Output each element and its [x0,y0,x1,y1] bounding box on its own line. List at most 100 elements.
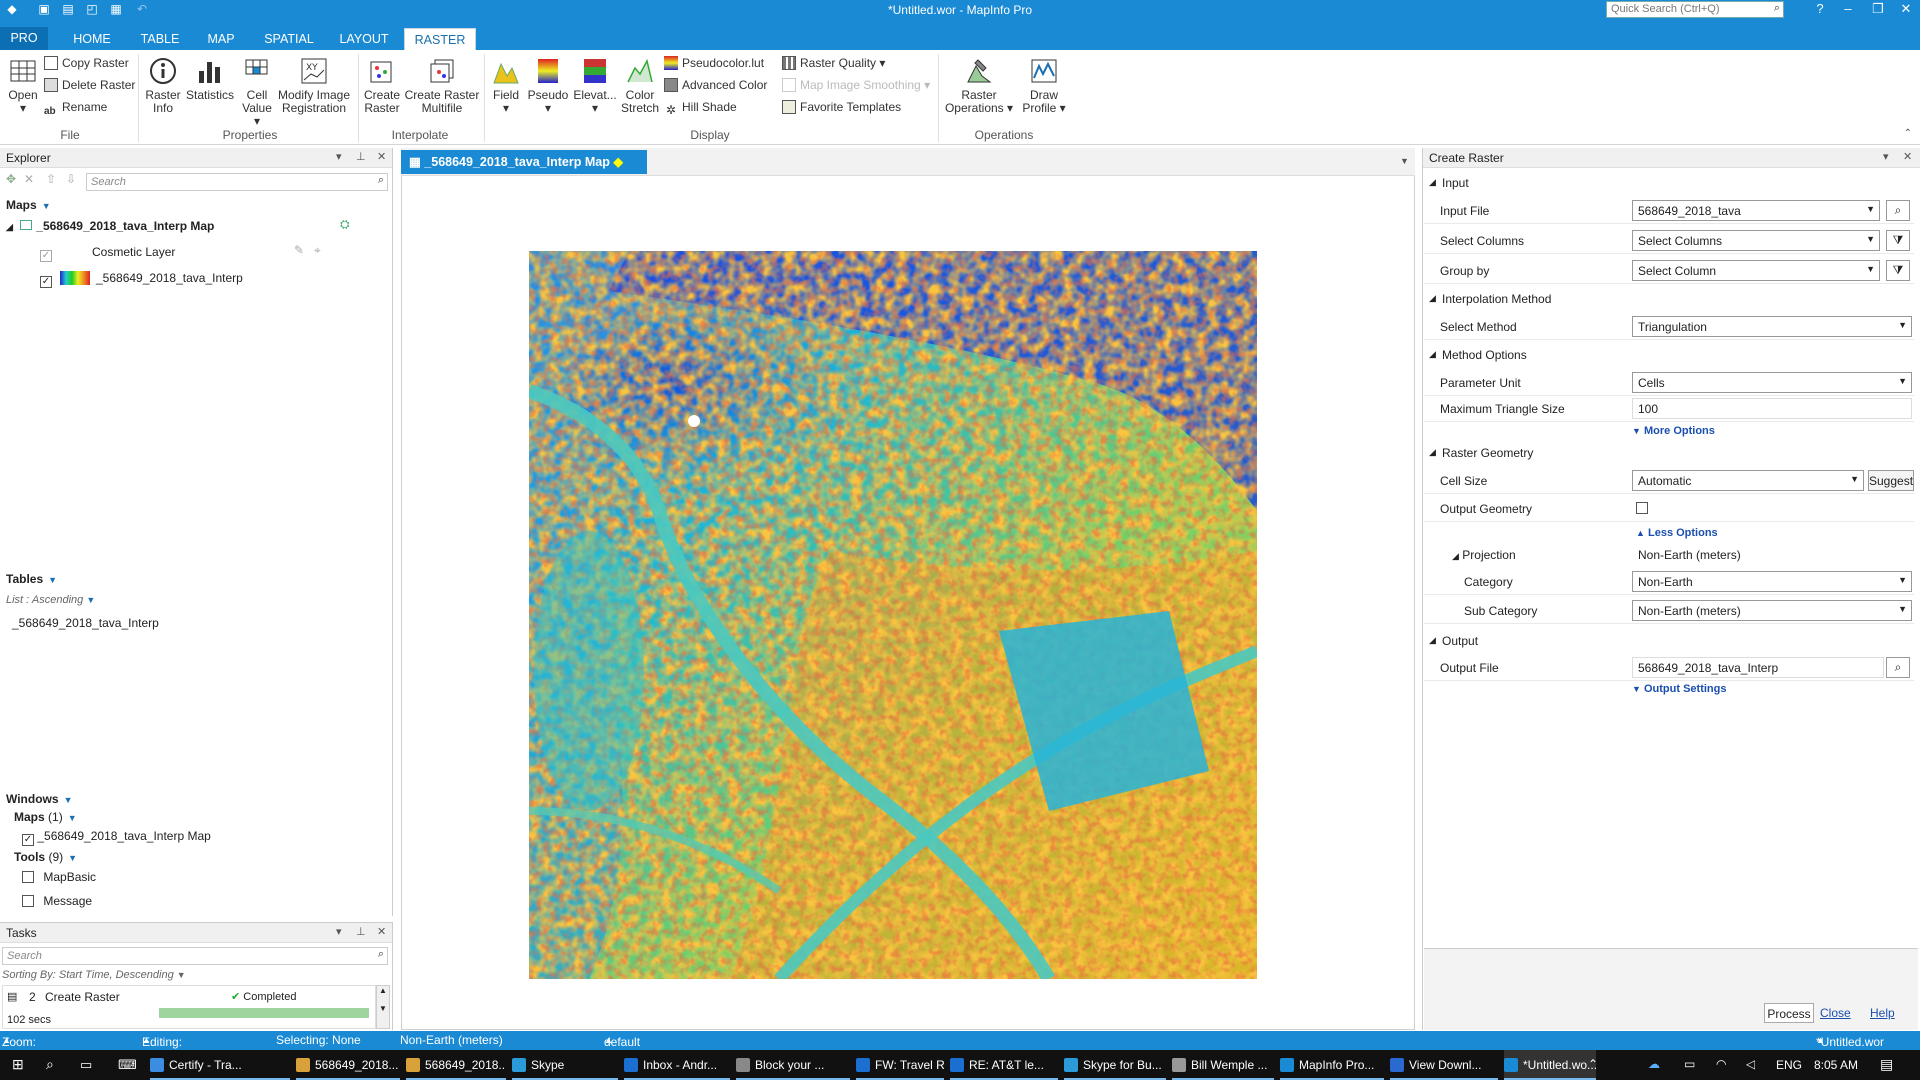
color-stretch-button[interactable]: Color Stretch [620,56,660,115]
close-window-button[interactable]: ✕ [1894,1,1918,19]
select-icon[interactable]: ⌖ [314,243,321,258]
language-indicator[interactable]: ENG [1776,1050,1802,1080]
layer-cosmetic[interactable]: ✓ Cosmetic Layer [40,245,175,262]
taskbar-item-view-downloads[interactable]: View Downl... [1390,1050,1498,1080]
tab-map[interactable]: MAP [198,28,244,50]
cell-value-button[interactable]: Cell Value ▾ [238,56,276,128]
panel-menu-icon[interactable]: ▾ [336,150,342,163]
tools-header[interactable]: Tools (9) ▼ [14,850,77,864]
keyboard-icon[interactable]: ⌨ [118,1050,137,1080]
tool-checkbox[interactable] [22,871,34,883]
rename-button[interactable]: ab Rename [44,98,107,117]
tasks-sort[interactable]: Sorting By: Start Time, Descending ▼ [2,969,186,981]
pin-icon[interactable]: ⊥ [356,925,366,938]
tab-raster[interactable]: RASTER [404,28,476,50]
create-raster-multifile-button[interactable]: Create Raster Multifile [404,56,480,115]
explorer-search-input[interactable]: Search ⌕ [86,173,388,191]
copy-raster-button[interactable]: Copy Raster [44,54,129,72]
elevation-button[interactable]: Elevat... ▾ [572,56,618,115]
advanced-color-button[interactable]: Advanced Color [664,76,767,94]
minimize-button[interactable]: – [1836,1,1860,19]
input-group-header[interactable]: ◢ Input [1424,176,1914,196]
tasks-scrollbar[interactable]: ▲ ▼ [376,985,390,1029]
remove-icon[interactable]: ✕ [24,172,34,186]
modify-registration-button[interactable]: XY Modify Image Registration [276,56,352,115]
taskbar-item-skype-for-business[interactable]: Skype for Bu... [1064,1050,1166,1080]
taskbar-item-file-explorer-1[interactable]: 568649_2018... [296,1050,400,1080]
window-map-item[interactable]: ✓ _568649_2018_tava_Interp Map [22,829,211,846]
group-by-select[interactable]: Select Column ▼ [1632,260,1880,281]
onedrive-icon[interactable]: ☁ [1648,1050,1660,1080]
tab-table[interactable]: TABLE [132,28,188,50]
interpolation-group-header[interactable]: ◢ Interpolation Method [1424,292,1914,312]
process-button[interactable]: Process [1764,1003,1814,1023]
tab-layout[interactable]: LAYOUT [334,28,394,50]
clock[interactable]: 8:05 AM [1814,1050,1858,1080]
move-down-icon[interactable]: ⇩ [66,172,76,186]
field-button[interactable]: Field ▾ [488,56,524,115]
tab-spatial[interactable]: SPATIAL [254,28,324,50]
taskbar-item-untitled-wor[interactable]: *Untitled.wo... [1504,1050,1596,1080]
tool-item[interactable]: Message [22,894,92,908]
browse-output-button[interactable]: ⌕ [1886,657,1910,678]
raster-info-button[interactable]: Raster Info [144,56,182,115]
selecting-status[interactable]: Selecting: None [276,1033,361,1047]
edit-icon[interactable]: ✎ [294,243,304,257]
help-button[interactable]: ? [1808,1,1832,19]
output-group-header[interactable]: ◢ Output [1424,634,1914,654]
pseudocolor-lut-button[interactable]: Pseudocolor.lut [664,54,764,72]
parameter-unit-select[interactable]: Cells ▼ [1632,372,1912,393]
window-checkbox[interactable]: ✓ [22,834,34,846]
category-select[interactable]: Non-Earth ▼ [1632,571,1912,592]
taskbar-item-file-explorer-2[interactable]: 568649_2018... [406,1050,506,1080]
collapse-ribbon-icon[interactable]: ⌃ [1904,128,1912,139]
output-file-input[interactable]: 568649_2018_tava_Interp [1632,657,1884,678]
maps-section-header[interactable]: Maps ▼ [6,198,51,212]
tables-section-header[interactable]: Tables ▼ [6,572,57,586]
tab-home[interactable]: HOME [62,28,122,50]
taskbar-item-skype[interactable]: Skype [512,1050,618,1080]
start-icon[interactable]: ⊞ [12,1050,24,1080]
restore-button[interactable]: ❐ [1866,1,1890,19]
map-image-smoothing-button[interactable]: Map Image Smoothing ▾ [782,76,930,94]
output-settings-link[interactable]: ▼ Output Settings [1632,683,1726,695]
tables-sort[interactable]: List : Ascending ▼ [6,594,95,606]
panel-menu-icon[interactable]: ▾ [336,925,342,938]
cell-size-select[interactable]: Automatic ▼ [1632,470,1864,491]
pin-icon[interactable]: ⊥ [356,150,366,163]
help-link[interactable]: Help [1870,1006,1895,1020]
tool-checkbox[interactable] [22,895,34,907]
taskbar-item-outlook-fw-travel[interactable]: FW: Travel R... [856,1050,944,1080]
layer-visibility-checkbox[interactable]: ✓ [40,250,52,262]
tool-item[interactable]: MapBasic [22,870,96,884]
subcategory-select[interactable]: Non-Earth (meters) ▼ [1632,600,1912,621]
layer-interp[interactable]: ✓ _568649_2018_tava_Interp [40,271,243,288]
suggest-button[interactable]: Suggest [1868,470,1914,491]
taskbar-item-outlook-re-att[interactable]: RE: AT&T le... [950,1050,1058,1080]
hill-shade-button[interactable]: ✲ Hill Shade [664,98,737,117]
taskbar-item-mapinfo-pro[interactable]: MapInfo Pro... [1280,1050,1384,1080]
input-file-select[interactable]: 568649_2018_tava ▼ [1632,200,1880,221]
task-view-icon[interactable]: ▭ [80,1050,92,1080]
filter-group-button[interactable]: ⧩ [1886,260,1910,281]
map-tree-item[interactable]: ◢ _568649_2018_tava_Interp Map [6,219,214,233]
projection-status[interactable]: Non-Earth (meters) [400,1033,503,1047]
browse-input-button[interactable]: ⌕ [1886,200,1910,221]
windows-section-header[interactable]: Windows ▼ [6,792,72,806]
close-button[interactable]: Close [1820,1006,1851,1020]
tab-pro[interactable]: PRO [0,27,48,50]
close-icon[interactable]: ✕ [377,925,386,938]
task-row[interactable]: ▤ 2 Create Raster ✔ Completed 102 secs [2,985,376,1029]
method-options-group-header[interactable]: ◢ Method Options [1424,348,1914,368]
close-icon[interactable]: ✕ [1903,150,1912,163]
taskbar-item-block-your[interactable]: Block your ... [736,1050,850,1080]
close-icon[interactable]: ✕ [377,150,386,163]
wifi-icon[interactable]: ◠ [1716,1050,1726,1080]
pin-icon[interactable]: ◆ [613,155,623,169]
tab-list-icon[interactable]: ▼ [1400,156,1409,166]
max-triangle-input[interactable]: 100 [1632,398,1912,419]
add-icon[interactable]: ✥ [6,172,16,186]
output-geometry-checkbox[interactable] [1636,502,1648,514]
more-options-link[interactable]: ▼ More Options [1632,425,1715,437]
filter-columns-button[interactable]: ⧩ [1886,230,1910,251]
